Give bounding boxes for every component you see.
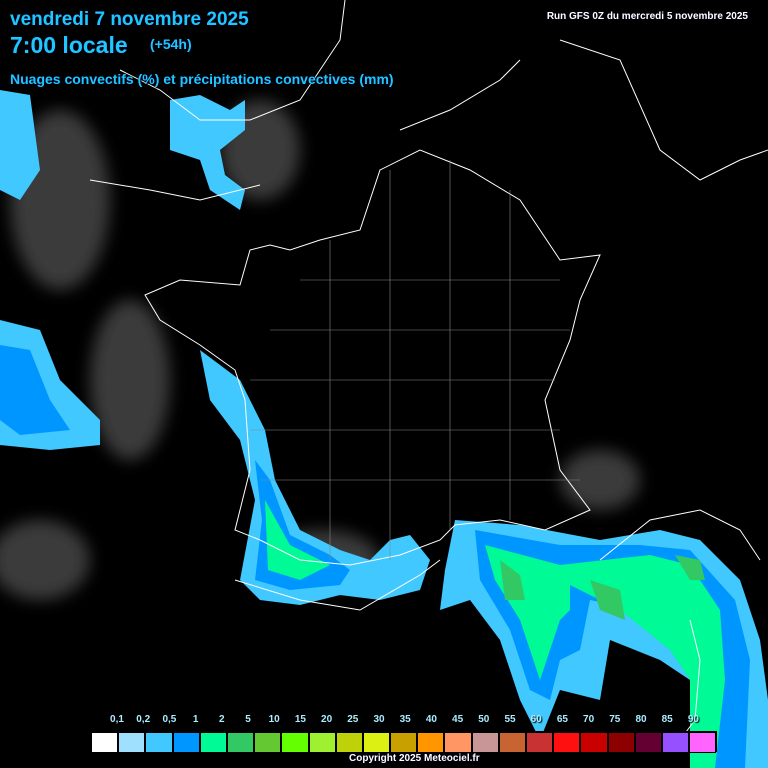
legend-swatch [172, 732, 200, 753]
legend-label: 80 [635, 714, 647, 725]
legend-swatch [308, 732, 336, 753]
legend-swatch [689, 732, 717, 753]
legend-label: 20 [321, 714, 333, 725]
legend-label: 50 [478, 714, 490, 725]
legend-swatch [661, 732, 690, 753]
legend-label: 45 [452, 714, 464, 725]
forecast-date: vendredi 7 novembre 2025 [10, 9, 249, 30]
forecast-map-panel: vendredi 7 novembre 2025 7:00 locale (+5… [0, 0, 768, 768]
legend-swatch [118, 732, 146, 753]
legend-swatch [226, 732, 255, 753]
legend-label: 0,2 [136, 714, 151, 725]
department-borders [250, 160, 580, 560]
legend-swatch [634, 732, 662, 753]
legend-swatch [281, 732, 309, 753]
legend-swatch [145, 732, 173, 753]
legend-swatch [199, 732, 227, 753]
legend-label: 65 [556, 714, 568, 725]
copyright: Copyright 2025 Meteociel.fr [349, 753, 480, 764]
legend-swatch [254, 732, 282, 753]
legend-swatch [553, 732, 581, 753]
color-legend [90, 731, 718, 753]
legend-swatch [471, 732, 499, 753]
legend-label: 1 [192, 714, 199, 725]
legend-label: 30 [373, 714, 385, 725]
legend-swatch [607, 732, 635, 753]
legend-label: 10 [268, 714, 280, 725]
lead-time: (+54h) [150, 36, 192, 52]
legend-label: 60 [530, 714, 542, 725]
legend-label: 70 [583, 714, 595, 725]
legend-swatch [362, 732, 391, 753]
legend-label: 35 [399, 714, 411, 725]
legend-swatch [498, 732, 526, 753]
legend-label: 25 [347, 714, 359, 725]
legend-swatch [417, 732, 445, 753]
legend-swatch [335, 732, 363, 753]
legend-swatch [526, 732, 554, 753]
legend-label: 75 [609, 714, 621, 725]
run-info: Run GFS 0Z du mercredi 5 novembre 2025 [546, 11, 748, 22]
legend-swatch [444, 732, 472, 753]
legend-swatch [580, 732, 608, 753]
legend-label: 2 [219, 714, 225, 725]
legend-label: 90 [687, 714, 699, 725]
forecast-hour: 7:00 locale [10, 32, 128, 58]
legend-label: 85 [661, 714, 673, 725]
legend-label: 0,1 [110, 714, 124, 725]
legend-label: 5 [245, 714, 251, 725]
legend-label: 0,5 [162, 714, 177, 725]
parameter-title: Nuages convectifs (%) et précipitations … [10, 71, 394, 87]
legend-label: 40 [425, 714, 437, 725]
legend-label: 55 [504, 714, 516, 725]
legend-swatch [91, 732, 119, 753]
legend-swatch [390, 732, 418, 753]
cloud-cover-layer [0, 100, 640, 600]
legend-label: 15 [294, 714, 306, 725]
map-canvas [0, 0, 768, 768]
